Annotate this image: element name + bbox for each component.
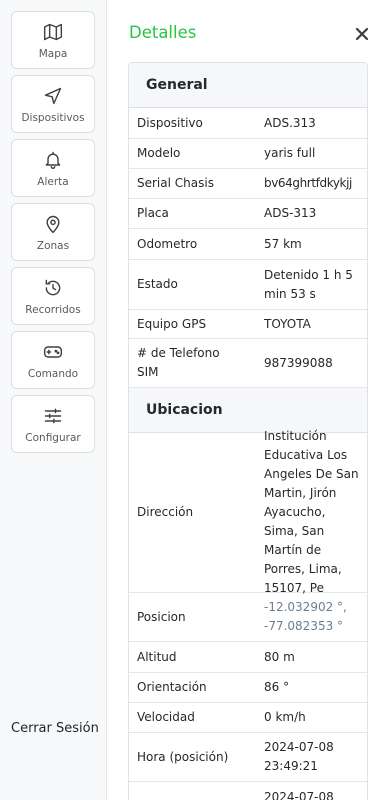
sidebar-item-recorridos[interactable]: Recorridos (11, 267, 95, 325)
navigation-arrow-icon (42, 85, 64, 107)
close-icon (355, 27, 369, 41)
detail-key: Equipo GPS (137, 316, 207, 331)
detail-row: # de Telefono SIM 987399088 (129, 339, 367, 388)
detail-value: 80 m (264, 649, 295, 664)
detail-key: # de Telefono SIM (137, 346, 220, 379)
detail-value: 987399088 (264, 355, 333, 370)
detail-row: Odometro 57 km (129, 229, 367, 260)
sidebar-item-label: Recorridos (25, 303, 81, 316)
sidebar-item-zonas[interactable]: Zonas (11, 203, 95, 261)
detail-value: ADS.313 (264, 115, 316, 130)
detail-value: bv64ghrtfdkykjj (264, 176, 352, 190)
detail-row: Altitud 80 m (129, 642, 367, 673)
sidebar-item-label: Comando (27, 367, 79, 380)
detail-key: Velocidad (137, 710, 195, 724)
detail-row: Equipo GPS TOYOTA (129, 310, 367, 339)
sidebar-item-comando[interactable]: Comando (11, 331, 95, 389)
position-value: -12.032902 °, -77.082353 ° (264, 600, 347, 633)
detail-row: Orientación 86 ° (129, 673, 367, 703)
map-pin-icon (42, 213, 64, 235)
sidebar-item-configurar[interactable]: Configurar (11, 395, 95, 453)
panel-title: Detalles (129, 23, 197, 42)
detail-value: Detenido 1 h 5 min 53 s (264, 267, 353, 301)
close-button[interactable] (352, 24, 372, 44)
detail-key: Placa (137, 206, 169, 220)
detail-value: 2024-07-08 23:49:21 (264, 740, 334, 773)
sidebar-item-label: Mapa (38, 47, 68, 60)
detail-key: Dispositivo (137, 115, 203, 130)
detail-value: 2024-07-08 (264, 790, 334, 800)
detail-row: Modelo yaris full (129, 139, 367, 169)
detail-row: Dispositivo ADS.313 (129, 108, 367, 139)
gamepad-icon (42, 341, 64, 363)
sidebar-item-dispositivos[interactable]: Dispositivos (11, 75, 95, 133)
detail-key (137, 782, 255, 800)
detail-value: Institución Educativa Los Angeles De San… (264, 429, 359, 595)
section-heading-general: General (129, 63, 367, 108)
detail-row: Estado Detenido 1 h 5 min 53 s (129, 260, 367, 310)
sidebar-item-label: Dispositivos (21, 111, 85, 124)
detail-value: 86 ° (264, 680, 290, 694)
detail-key: Odometro (137, 236, 198, 251)
detail-key: Dirección (137, 505, 194, 519)
detail-row: Dirección Institución Educativa Los Ange… (129, 429, 367, 595)
detail-key: Estado (137, 277, 178, 291)
detail-row: Hora (posición) 2024-07-08 23:49:21 (129, 733, 367, 782)
detail-row: Serial Chasis bv64ghrtfdkykjj (129, 169, 367, 199)
sidebar-item-mapa[interactable]: Mapa (11, 11, 95, 69)
logout-link[interactable]: Cerrar Sesión (11, 721, 99, 736)
detail-key: Altitud (137, 649, 177, 664)
sliders-icon (42, 405, 64, 427)
detail-key: Serial Chasis (137, 176, 214, 190)
bell-icon (42, 149, 64, 171)
sidebar-item-label: Alerta (37, 175, 69, 188)
detail-key: Posicion (137, 609, 186, 624)
detail-row: Posicion -12.032902 °, -77.082353 ° (129, 593, 367, 642)
detail-value: 57 km (264, 236, 302, 251)
detail-row: Velocidad 0 km/h (129, 703, 367, 733)
details-card: General Dispositivo ADS.313 Modelo yaris… (128, 62, 368, 800)
detail-key: Hora (posición) (137, 749, 229, 764)
detail-value: 0 km/h (264, 710, 306, 724)
detail-row: Placa ADS-313 (129, 199, 367, 229)
sidebar-item-label: Configurar (25, 431, 81, 444)
detail-value: TOYOTA (264, 316, 311, 331)
sidebar-item-label: Zonas (36, 239, 70, 252)
map-icon (42, 21, 64, 43)
sidebar-item-alerta[interactable]: Alerta (11, 139, 95, 197)
detail-value: ADS-313 (264, 206, 317, 220)
detail-key: Orientación (137, 680, 207, 694)
detail-value: yaris full (264, 146, 316, 160)
detail-row: 2024-07-08 (129, 782, 367, 800)
sidebar: Mapa Dispositivos Alerta Zonas Recorrido… (0, 0, 107, 800)
detail-key: Modelo (137, 146, 181, 160)
history-icon (42, 277, 64, 299)
